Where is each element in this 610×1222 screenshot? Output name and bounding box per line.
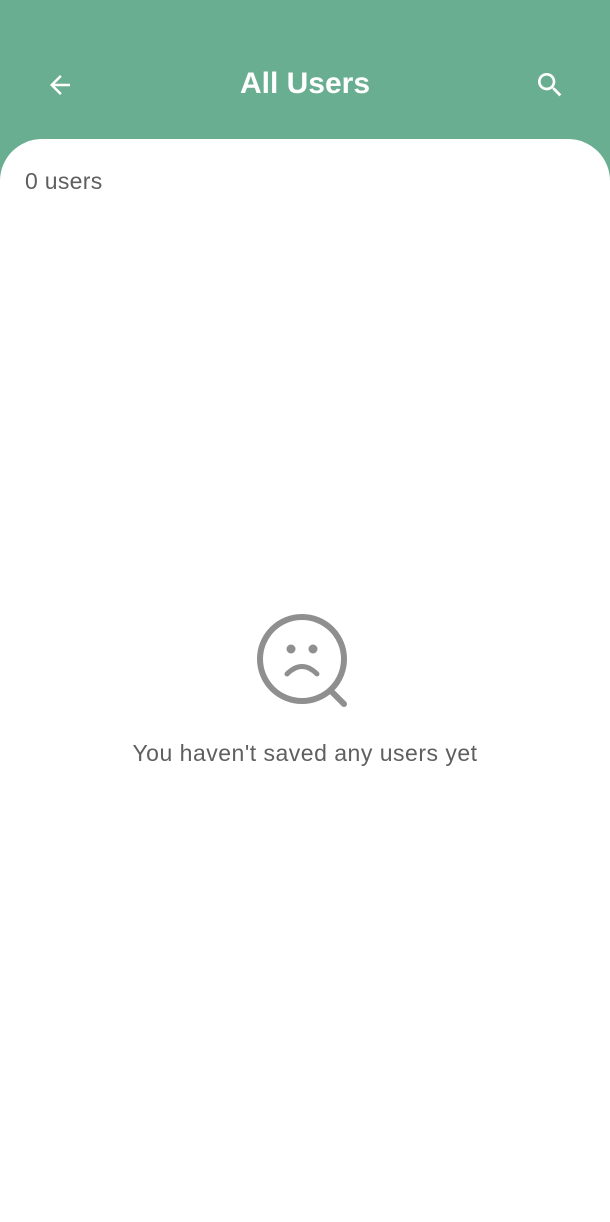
empty-message: You haven't saved any users yet [132,740,478,766]
page-title: All Users [239,67,371,100]
user-count: 0 users [25,168,103,194]
search-icon [538,73,562,97]
sad-search-icon [257,614,347,707]
search-button[interactable] [530,65,570,105]
empty-state: You haven't saved any users yet [0,613,610,768]
content-sheet: 0 users You haven't saved any users yet [0,139,610,1222]
